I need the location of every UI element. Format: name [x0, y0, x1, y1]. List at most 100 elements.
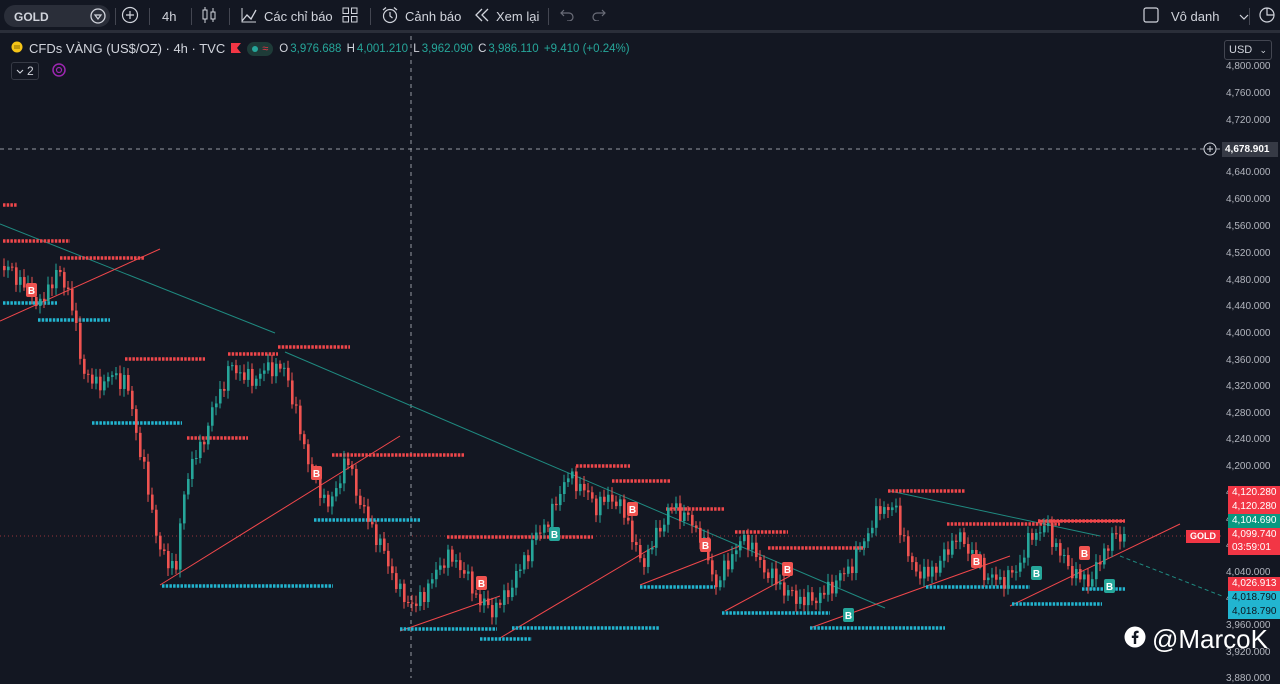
candle-body: [831, 581, 834, 594]
buy-signal-label: B: [313, 469, 320, 480]
redo-button[interactable]: [592, 0, 606, 33]
candle-body: [179, 523, 182, 570]
candle-body: [863, 541, 866, 548]
candle-body: [535, 532, 538, 541]
indicators-icon: [240, 6, 258, 27]
candle-body: [543, 524, 546, 533]
candle-body: [143, 456, 146, 462]
candle-body: [1111, 533, 1114, 551]
candle-body: [35, 296, 38, 306]
templates-button[interactable]: [342, 0, 358, 33]
candle-body: [215, 403, 218, 408]
symbol-search[interactable]: GOLD: [4, 5, 110, 27]
symbol-badge-icon[interactable]: [90, 8, 106, 24]
candle-body: [767, 572, 770, 579]
candle-body: [387, 550, 390, 567]
candle-body: [579, 483, 582, 492]
candle-body: [363, 504, 366, 507]
candle-body: [451, 549, 454, 562]
snapshot-button[interactable]: [1258, 0, 1276, 33]
layout-checkbox-icon[interactable]: [1143, 7, 1159, 26]
candle-body: [123, 374, 126, 389]
candle-body: [1023, 557, 1026, 563]
indicator-toggle[interactable]: 2: [11, 62, 39, 80]
candle-body: [403, 583, 406, 602]
buy-signal-label: B: [973, 557, 980, 568]
candle-body: [523, 555, 526, 570]
candle-body: [551, 503, 554, 527]
candle-body: [55, 269, 58, 289]
add-symbol-button[interactable]: [121, 0, 139, 33]
candle-body: [199, 441, 202, 459]
candle-body: [235, 365, 238, 374]
indicators-button[interactable]: Các chỉ báo: [240, 0, 333, 33]
candle-body: [475, 593, 478, 595]
price-tick: 3,880.000: [1226, 673, 1271, 684]
price-label-level-d: 4,026.913: [1228, 577, 1280, 591]
currency-selector[interactable]: USD ⌄: [1224, 40, 1272, 60]
candle-body: [119, 373, 122, 389]
candle-body: [963, 532, 966, 545]
layout-menu[interactable]: Vô danh: [1143, 0, 1249, 33]
candle-body: [871, 527, 874, 534]
candle-body: [911, 556, 914, 563]
candle-body: [203, 441, 206, 445]
candle-body: [307, 444, 310, 465]
candle-body: [679, 503, 682, 522]
add-icon: [121, 6, 139, 27]
close-value: 3,986.110: [488, 42, 539, 55]
interval-button[interactable]: 4h: [162, 0, 176, 33]
market-status-badge[interactable]: ≈: [247, 41, 274, 56]
price-tick: 4,200.000: [1226, 461, 1271, 472]
replay-button[interactable]: Xem lại: [474, 0, 539, 33]
candle-body: [683, 512, 686, 522]
alert-button[interactable]: Cảnh báo: [381, 0, 461, 33]
candle-body: [571, 471, 574, 479]
candle-body: [231, 365, 234, 367]
bar-style-button[interactable]: [201, 0, 217, 33]
candle-body: [247, 368, 250, 380]
undo-button[interactable]: [560, 0, 574, 33]
candle-body: [947, 549, 950, 555]
candle-body: [331, 496, 334, 507]
buy-signal-label: B: [478, 579, 485, 590]
candle-body: [379, 538, 382, 546]
candle-body: [59, 269, 62, 273]
candle-body: [727, 560, 730, 570]
gold-coin-icon: [11, 41, 23, 56]
candle-body: [547, 524, 550, 527]
price-tick: 4,240.000: [1226, 434, 1271, 445]
add-alert-icon[interactable]: [1203, 142, 1217, 161]
candle-body: [811, 592, 814, 601]
candle-body: [291, 380, 294, 405]
candle-body: [1115, 533, 1118, 535]
candle-body: [1107, 548, 1110, 551]
price-chart[interactable]: B B B B B B B B B B B B: [0, 36, 1222, 678]
candle-body: [371, 521, 374, 525]
candle-body: [79, 322, 82, 359]
candle-body: [175, 560, 178, 570]
price-tick: 4,560.000: [1226, 221, 1271, 232]
price-tick: 4,400.000: [1226, 328, 1271, 339]
sync-icon[interactable]: [52, 63, 66, 82]
top-toolbar: GOLD 4h Các chỉ báo Cảnh báo Xem lại Vô …: [0, 0, 1280, 33]
candle-body: [531, 540, 534, 562]
chart-pane[interactable]: B B B B B B B B B B B B: [0, 36, 1222, 678]
candle-body: [891, 507, 894, 511]
candle-body: [623, 499, 626, 518]
price-tick: 4,440.000: [1226, 301, 1271, 312]
candle-body: [807, 592, 810, 606]
price-label-level-c: 4,104.690: [1228, 514, 1280, 528]
candle-body: [731, 554, 734, 570]
candle-body: [83, 358, 86, 374]
buy-signal-label: B: [784, 565, 791, 576]
price-tick: 4,360.000: [1226, 355, 1271, 366]
change-value: +9.410 (+0.24%): [543, 42, 630, 55]
candle-body: [903, 535, 906, 537]
candle-body: [243, 372, 246, 380]
currency-label: USD: [1229, 44, 1253, 56]
candle-body: [351, 465, 354, 469]
high-value: 4,001.210: [356, 42, 409, 55]
replay-label: Xem lại: [496, 9, 540, 24]
candle-body: [23, 277, 26, 288]
